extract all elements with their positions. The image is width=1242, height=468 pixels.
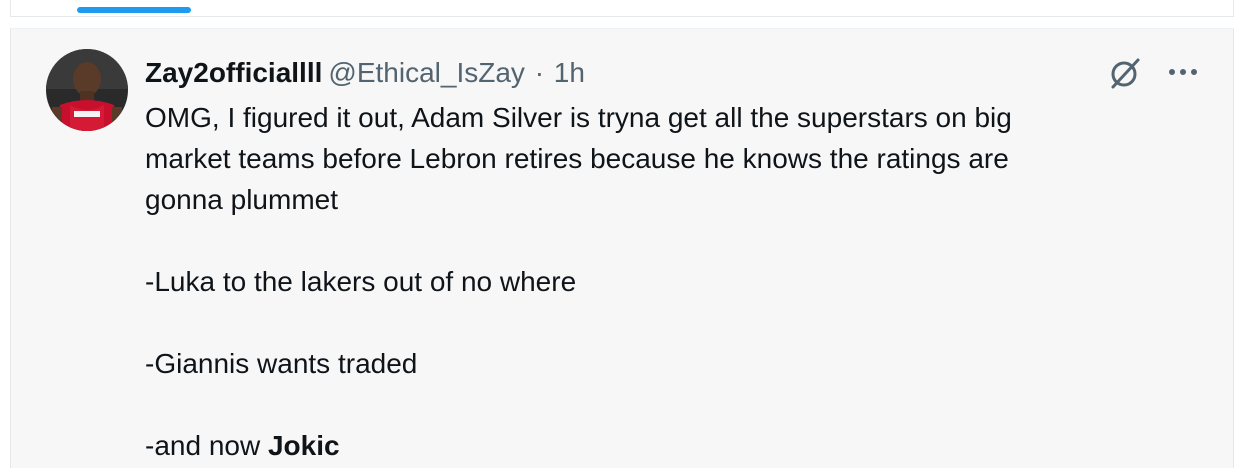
last-line-bold: Jokic	[267, 430, 340, 461]
grok-icon[interactable]	[1107, 55, 1143, 91]
tweet-header: Zay2officiallll @Ethical_IsZay · 1h	[145, 56, 585, 90]
page: Zay2officiallll @Ethical_IsZay · 1h OMG, …	[0, 0, 1242, 468]
active-tab-indicator	[77, 7, 191, 13]
tab-strip	[10, 0, 1234, 17]
tweet-text-line: OMG, I figured it out, Adam Silver is tr…	[145, 102, 1012, 133]
tweet-text-line: -Giannis wants traded	[145, 348, 418, 379]
tweet-text-line-last: -and now Jokic	[145, 425, 1145, 466]
more-icon[interactable]	[1163, 57, 1203, 87]
separator-dot: ·	[534, 57, 545, 88]
tweet[interactable]: Zay2officiallll @Ethical_IsZay · 1h OMG, …	[10, 28, 1234, 468]
last-line-prefix: -and now	[145, 430, 268, 461]
tweet-text-line: gonna plummet	[145, 184, 339, 215]
avatar[interactable]	[46, 49, 128, 131]
tweet-text: OMG, I figured it out, Adam Silver is tr…	[145, 97, 1145, 466]
tweet-text-line: market teams before Lebron retires becau…	[145, 143, 1009, 174]
timestamp[interactable]: 1h	[554, 57, 585, 88]
tweet-text-line: -Luka to the lakers out of no where	[145, 266, 577, 297]
display-name[interactable]: Zay2officiallll	[145, 57, 322, 88]
avatar-image	[46, 49, 128, 131]
user-handle[interactable]: @Ethical_IsZay	[328, 57, 525, 88]
